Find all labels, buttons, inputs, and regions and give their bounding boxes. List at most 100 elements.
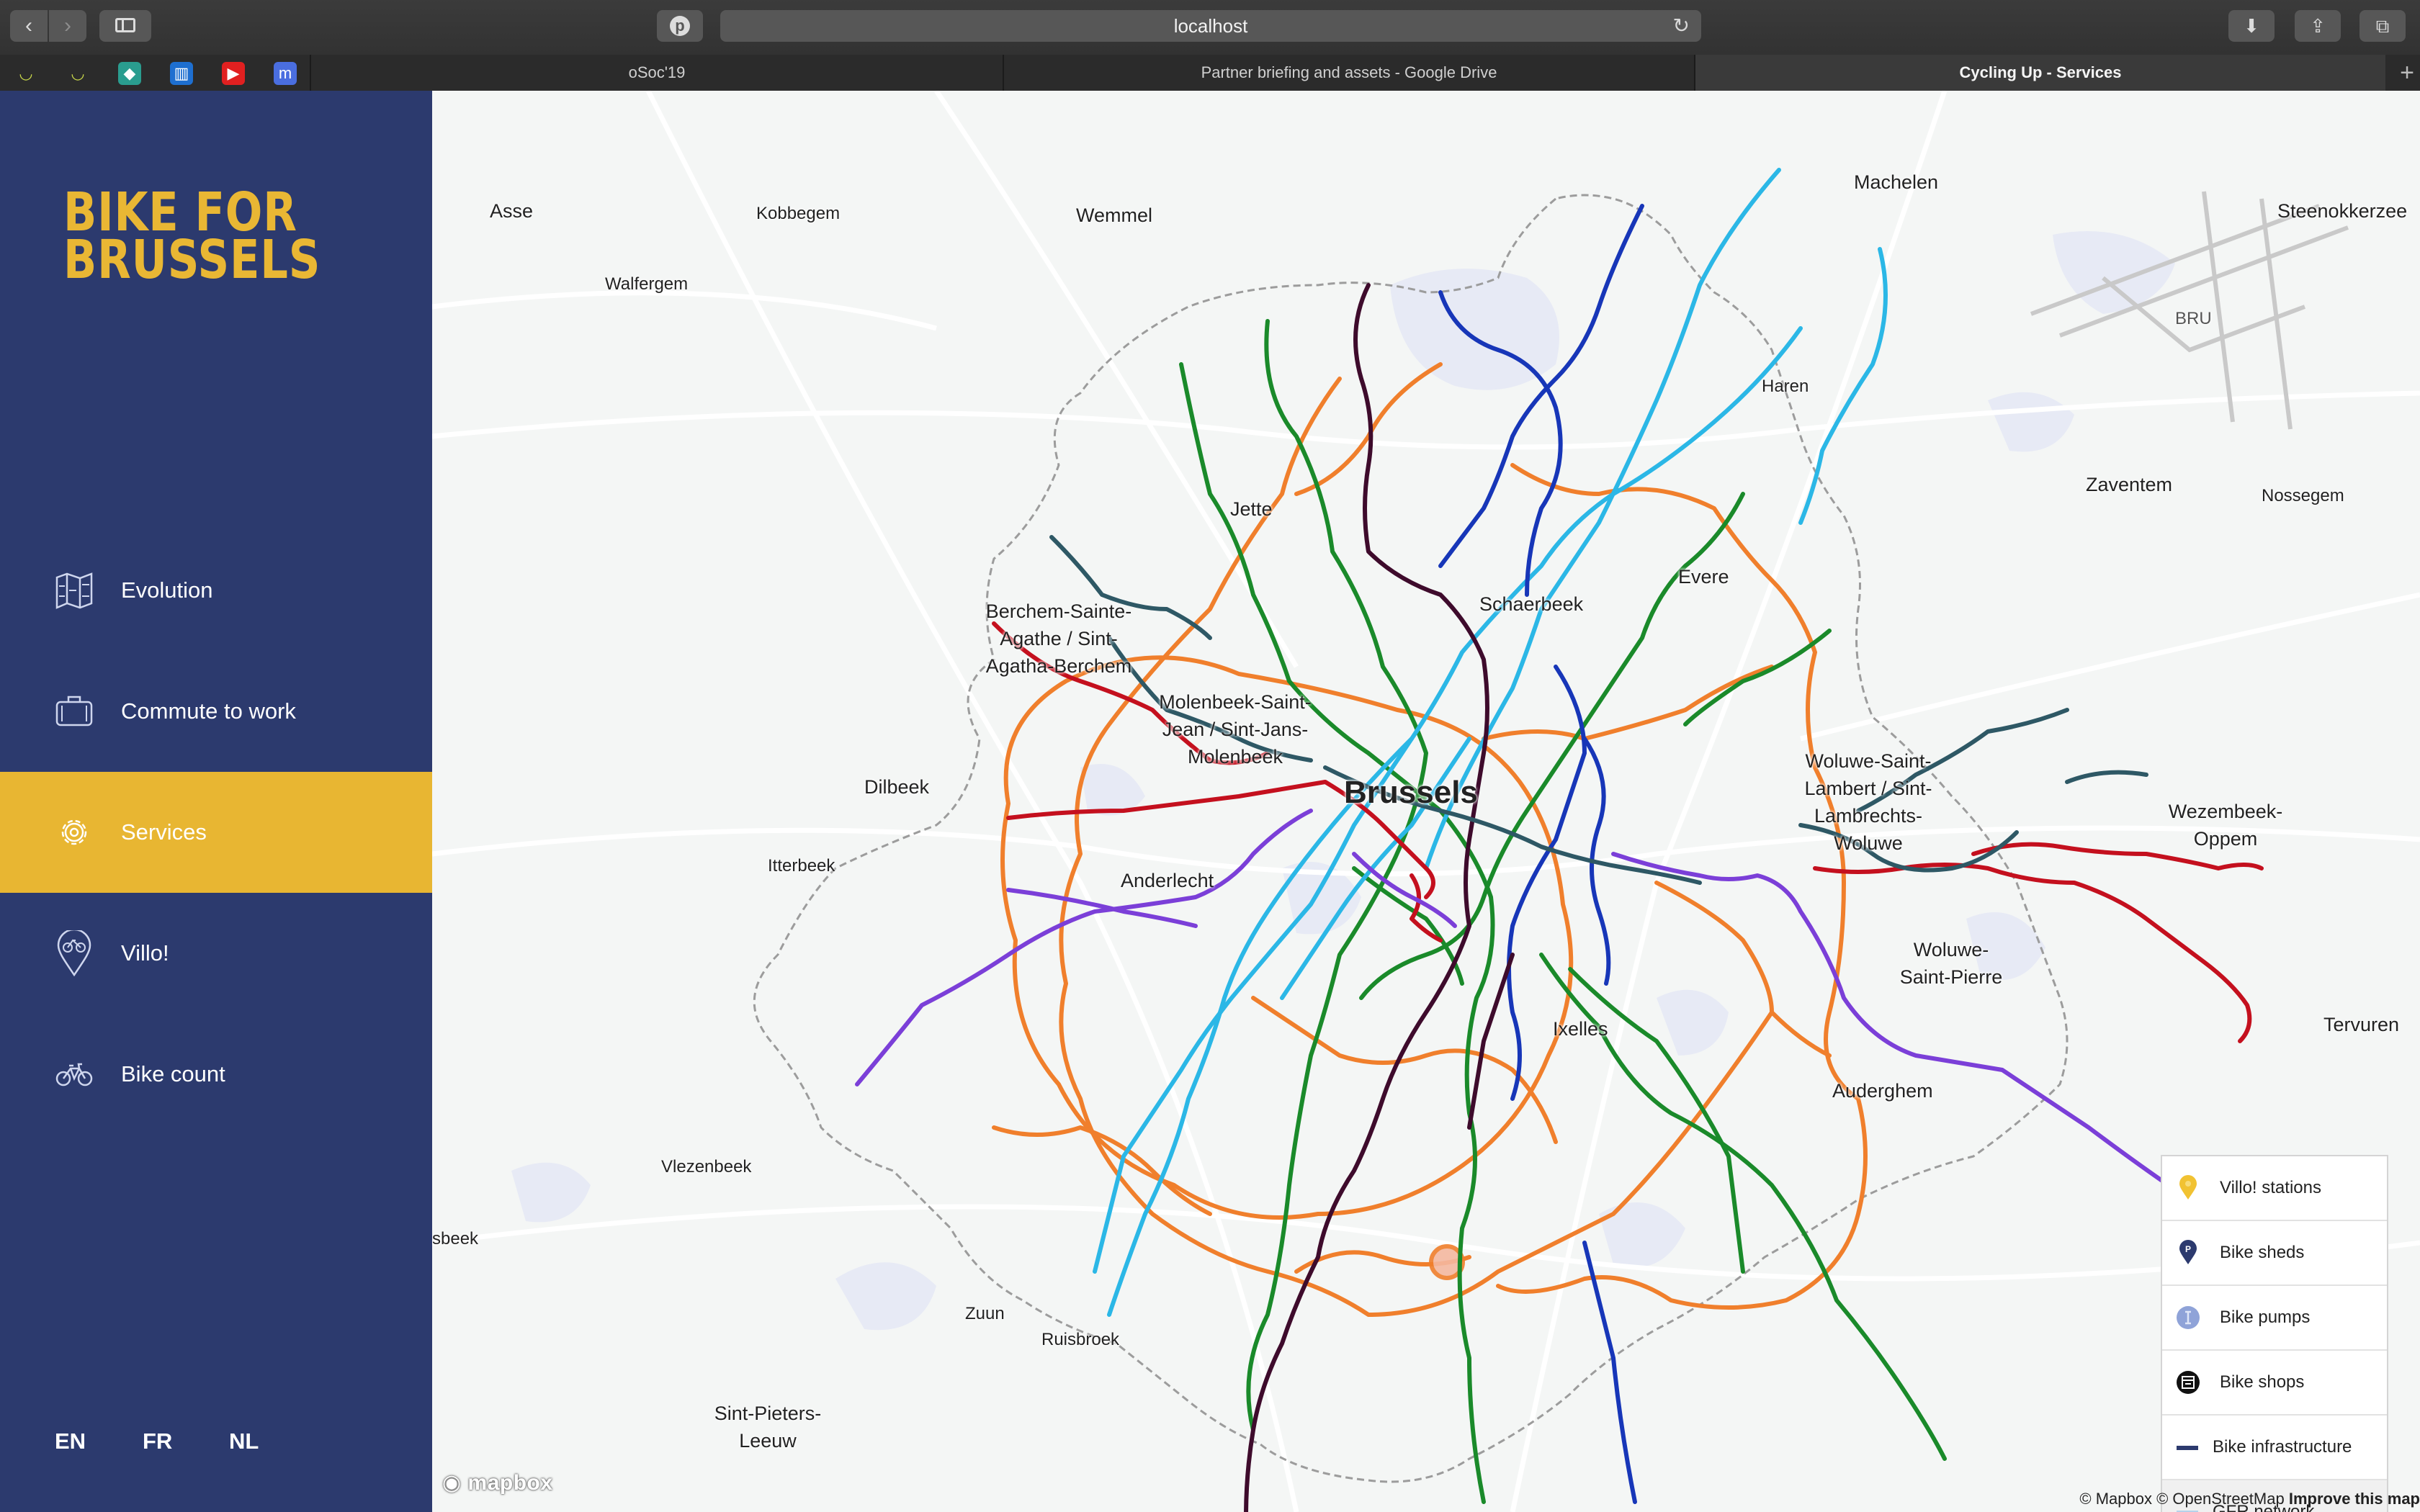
back-button[interactable]: ‹: [10, 10, 48, 42]
nav-item-services[interactable]: Services: [0, 772, 432, 893]
logo-line-2: BRUSSELS: [63, 229, 321, 291]
legend-label: Bike sheds: [2220, 1243, 2305, 1262]
place-label: Wezembeek-Oppem: [2168, 801, 2283, 850]
language-nl[interactable]: NL: [229, 1428, 259, 1454]
legend-label: Bike pumps: [2220, 1308, 2311, 1327]
place-label: Woluwe-Saint-Pierre: [1899, 939, 2003, 988]
parking-marker-icon: P: [2179, 1240, 2197, 1264]
pump-icon: [2177, 1306, 2200, 1329]
pinned-tab-2[interactable]: ◡: [66, 62, 89, 85]
nav-label: Services: [121, 819, 207, 845]
tab-osoc[interactable]: oSoc'19: [310, 55, 1003, 91]
download-icon: ⬇: [2244, 15, 2259, 37]
place-label: Tervuren: [2323, 1014, 2400, 1035]
place-label: Anderlecht: [1121, 870, 1214, 891]
pinterest-icon: p: [670, 16, 690, 36]
attribution-text[interactable]: © Mapbox © OpenStreetMap: [2079, 1490, 2284, 1508]
place-label: Molenbeek-Saint-Jean / Sint-Jans-Molenbe…: [1159, 691, 1312, 768]
address-bar[interactable]: localhost ↻: [720, 10, 1701, 42]
place-label: Zuun: [965, 1304, 1005, 1323]
place-label: Evere: [1678, 566, 1729, 588]
map-attribution: © Mapbox © OpenStreetMap Improve this ma…: [2031, 1488, 2420, 1511]
pinned-tab-1[interactable]: ◡: [14, 62, 37, 85]
place-label: Woluwe-Saint-Lambert / Sint-Lambrechts-W…: [1804, 750, 1932, 854]
pinned-tab-youtube[interactable]: ▶: [222, 62, 245, 85]
villo-marker-icon: [2179, 1175, 2197, 1200]
url-text: localhost: [1173, 15, 1248, 37]
legend-item-bike-infrastructure[interactable]: Bike infrastructure: [2162, 1416, 2387, 1480]
place-label: Vlezenbeek: [661, 1157, 752, 1176]
bike-for-brussels-logo[interactable]: BIKE FOR BRUSSELS: [63, 186, 321, 291]
place-label: Jette: [1230, 498, 1273, 520]
sidebar-icon: [115, 18, 135, 32]
downloads-button[interactable]: ⬇: [2228, 10, 2275, 42]
briefcase-icon: [55, 696, 93, 726]
browser-toolbar: ‹ › p localhost ↻ ⬇ ⇪ ⧉: [0, 0, 2420, 56]
app-sidebar: BIKE FOR BRUSSELS Evolution Commute to w…: [0, 91, 432, 1512]
place-label: Wemmel: [1076, 204, 1153, 226]
nav-label: Commute to work: [121, 698, 296, 724]
shop-icon: [2177, 1371, 2200, 1394]
place-label: Kobbegem: [756, 204, 841, 223]
place-label: Walfergem: [605, 274, 689, 294]
mapbox-logo-text: mapbox: [467, 1471, 553, 1495]
place-label: Machelen: [1854, 171, 1939, 193]
nav-item-evolution[interactable]: Evolution: [0, 530, 432, 651]
location-bike-icon: [57, 930, 91, 976]
pinned-tab-mastodon[interactable]: m: [274, 62, 297, 85]
place-label: Steenokkerzee: [2277, 200, 2408, 222]
share-icon: ⇪: [2310, 15, 2326, 37]
improve-map-link[interactable]: Improve this map: [2289, 1490, 2420, 1508]
nav-label: Bike count: [121, 1061, 225, 1086]
place-label: Zaventem: [2086, 474, 2173, 495]
forward-button[interactable]: ›: [49, 10, 86, 42]
place-label: Dilbeek: [864, 776, 930, 798]
mapbox-logo[interactable]: ◉ mapbox: [442, 1470, 553, 1495]
gear-icon: [61, 819, 87, 845]
map-canvas[interactable]: Asse Kobbegem Wemmel Walfergem Machelen …: [432, 91, 2420, 1512]
sidebar-toggle-button[interactable]: [99, 10, 151, 42]
pinned-tab-trello[interactable]: ▥: [170, 62, 193, 85]
nav-item-bike-count[interactable]: Bike count: [0, 1014, 432, 1135]
legend-label: Bike infrastructure: [2213, 1437, 2352, 1457]
legend-item-bike-shops[interactable]: Bike shops: [2162, 1351, 2387, 1416]
place-label: Auderghem: [1832, 1080, 1933, 1102]
bicycle-icon: [55, 1063, 93, 1086]
place-label: Asse: [490, 200, 534, 222]
new-tab-button[interactable]: +: [2400, 55, 2414, 91]
svg-text:P: P: [2185, 1244, 2191, 1254]
place-label: Haren: [1762, 377, 1809, 396]
place-label: Ruisbroek: [1041, 1330, 1120, 1349]
place-label: Berchem-Sainte-Agathe / Sint-Agatha-Berc…: [985, 600, 1132, 677]
share-button[interactable]: ⇪: [2295, 10, 2341, 42]
map-icon: [55, 572, 93, 609]
nav-item-villo[interactable]: Villo!: [0, 893, 432, 1014]
tab-cycling-up[interactable]: Cycling Up - Services: [1694, 55, 2385, 91]
tabs-icon: ⧉: [2375, 15, 2390, 37]
place-label: Ixelles: [1553, 1018, 1608, 1040]
place-label: BRU: [2175, 309, 2212, 328]
pinterest-button[interactable]: p: [657, 10, 703, 42]
legend-item-villo[interactable]: Villo! stations: [2162, 1156, 2387, 1221]
mapbox-logo-icon: ◉: [442, 1471, 468, 1495]
place-label: Itterbeek: [768, 856, 835, 876]
place-label: Nossegem: [2262, 486, 2344, 505]
language-fr[interactable]: FR: [143, 1428, 172, 1454]
nav-label: Evolution: [121, 577, 213, 603]
tab-google-drive[interactable]: Partner briefing and assets - Google Dri…: [1003, 55, 1694, 91]
legend-item-bike-pumps[interactable]: Bike pumps: [2162, 1286, 2387, 1351]
nav-label: Villo!: [121, 940, 169, 966]
map-legend: Villo! stations P Bike sheds Bike pumps …: [2161, 1155, 2388, 1512]
place-label-brussels: Brussels: [1344, 775, 1478, 810]
tabs-overview-button[interactable]: ⧉: [2360, 10, 2406, 42]
infrastructure-line-icon: [2177, 1446, 2198, 1450]
pinned-tab-3[interactable]: ◆: [118, 62, 141, 85]
nav-item-commute[interactable]: Commute to work: [0, 651, 432, 772]
place-label: Sint-Pieters-Leeuw: [714, 1403, 822, 1452]
reload-icon[interactable]: ↻: [1673, 10, 1690, 42]
legend-label: Villo! stations: [2220, 1178, 2321, 1197]
legend-item-bike-sheds[interactable]: P Bike sheds: [2162, 1221, 2387, 1286]
language-en[interactable]: EN: [55, 1428, 86, 1454]
legend-label: Bike shops: [2220, 1372, 2305, 1392]
tab-bar: ◡ ◡ ◆ ▥ ▶ m oSoc'19 Partner briefing and…: [0, 55, 2420, 92]
